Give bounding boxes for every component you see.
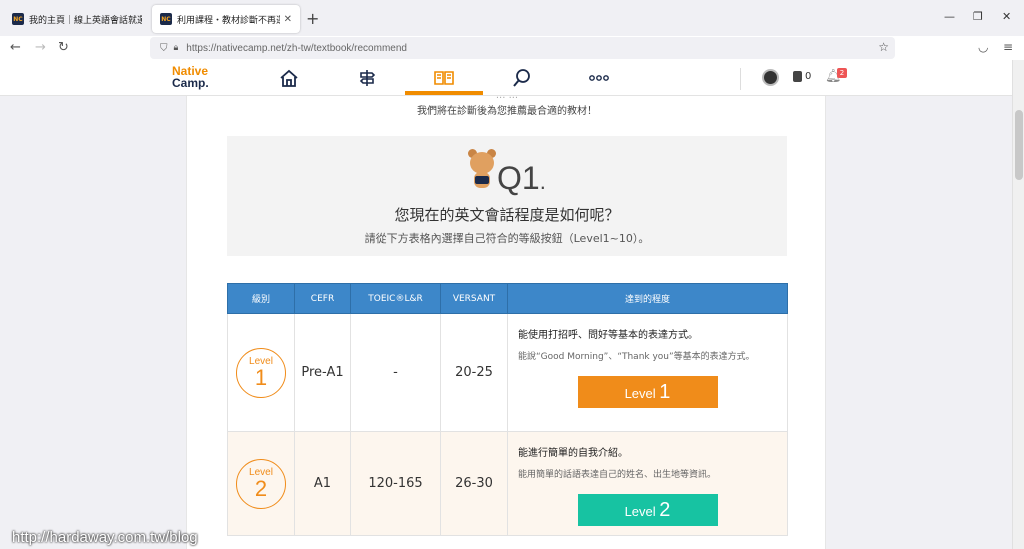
table-header-row: 級別 CEFR TOEIC®L&R VERSANT 達到的程度 xyxy=(227,283,788,314)
cut-off-text: ... ... xyxy=(187,96,825,101)
tab-title: 利用課程・教材診斷不再選擇困 xyxy=(177,15,280,26)
description-cell: 能進行簡單的自我介紹。 能用簡單的話語表達自己的姓名、出生地等資訊。 Level… xyxy=(507,431,788,536)
question-number: Q1. xyxy=(497,160,546,196)
signpost-icon[interactable] xyxy=(354,66,380,90)
search-icon[interactable] xyxy=(509,66,535,90)
versant-cell: 20-25 xyxy=(440,313,508,432)
header-cefr: CEFR xyxy=(294,283,351,314)
forward-icon[interactable]: → xyxy=(35,40,46,55)
book-icon[interactable] xyxy=(431,66,457,90)
active-nav-indicator xyxy=(405,91,483,95)
intro-subtitle: 我們將在診斷後為您推薦最合適的教材！ xyxy=(417,106,597,117)
browser-tab-recommend[interactable]: NC 利用課程・教材診斷不再選擇困 ✕ xyxy=(152,5,300,33)
description-heading: 能進行簡單的自我介紹。 xyxy=(518,448,628,459)
nativecamp-favicon: NC xyxy=(12,13,24,25)
menu-icon[interactable]: ≡ xyxy=(1003,40,1013,54)
level-circle: Level 2 xyxy=(236,458,286,509)
nativecamp-favicon: NC xyxy=(160,13,172,25)
site-header: Native Camp. 0 🔔︎ 2 xyxy=(0,60,1012,96)
browser-tab-bar: NC 我的主頁｜線上英語會話就選N NC 利用課程・教材診斷不再選擇困 ✕ + … xyxy=(0,0,1024,36)
watermark: http://hardaway.com.tw/blog xyxy=(12,529,198,546)
close-window-icon[interactable]: ✕ xyxy=(1002,10,1011,23)
pocket-icon[interactable]: ◡ xyxy=(978,40,988,54)
description-cell: 能使用打招呼、問好等基本的表達方式。 能說“Good Morning”、“Tha… xyxy=(507,313,788,432)
browser-tab-home[interactable]: NC 我的主頁｜線上英語會話就選N xyxy=(4,5,150,33)
coin-icon xyxy=(793,71,802,82)
back-icon[interactable]: ← xyxy=(10,40,21,55)
bear-mascot-icon xyxy=(467,148,497,192)
description-heading: 能使用打招呼、問好等基本的表達方式。 xyxy=(518,330,698,341)
scrollbar-thumb[interactable] xyxy=(1015,110,1023,180)
question-title: 您現在的英文會話程度是如何呢？ xyxy=(394,206,620,224)
header-versant: VERSANT xyxy=(440,283,508,314)
description-body: 能說“Good Morning”、“Thank you”等基本的表達方式。 xyxy=(518,352,755,362)
avatar[interactable] xyxy=(762,69,779,86)
page-scrollbar[interactable] xyxy=(1012,60,1024,549)
table-row: Level 2 A1 120-165 26-30 能進行簡單的自我介紹。 能用簡… xyxy=(227,431,788,536)
versant-cell: 26-30 xyxy=(440,431,508,536)
minimize-icon[interactable]: — xyxy=(944,10,955,23)
header-toeic: TOEIC®L&R xyxy=(350,283,441,314)
home-icon[interactable] xyxy=(276,66,302,90)
question-subtitle: 請從下方表格內選擇自己符合的等級按鈕（Level1~10）。 xyxy=(364,232,650,245)
close-tab-icon[interactable]: ✕ xyxy=(284,14,292,25)
recommend-page: ... ... 我們將在診斷後為您推薦最合適的教材！ Q1. 您現在的英文會話程… xyxy=(186,96,826,549)
header-divider xyxy=(740,68,741,90)
level-2-button[interactable]: Level 2 xyxy=(577,494,718,526)
nativecamp-logo[interactable]: Native Camp. xyxy=(172,65,209,89)
question-box: Q1. 您現在的英文會話程度是如何呢？ 請從下方表格內選擇自己符合的等級按鈕（L… xyxy=(227,136,787,256)
browser-nav-bar: ← → ↻ ⛉ 🔒︎ https://nativecamp.net/zh-tw/… xyxy=(0,36,1024,60)
shield-icon[interactable]: ⛉ xyxy=(160,43,168,54)
table-row: Level 1 Pre-A1 - 20-25 能使用打招呼、問好等基本的表達方式… xyxy=(227,313,788,432)
lock-icon[interactable]: 🔒︎ xyxy=(174,43,179,53)
cefr-cell: Pre-A1 xyxy=(294,313,351,432)
bookmark-star-icon[interactable]: ☆ xyxy=(878,40,889,54)
toeic-cell: 120-165 xyxy=(350,431,441,536)
coin-balance[interactable]: 0 xyxy=(793,71,811,82)
url-bar[interactable]: ⛉ 🔒︎ https://nativecamp.net/zh-tw/textbo… xyxy=(150,37,895,59)
coin-count: 0 xyxy=(805,71,812,82)
new-tab-icon[interactable]: + xyxy=(306,9,319,28)
reload-icon[interactable]: ↻ xyxy=(58,40,69,55)
notification-badge: 2 xyxy=(837,68,847,78)
level-table: 級別 CEFR TOEIC®L&R VERSANT 達到的程度 Level 1 … xyxy=(227,283,788,536)
restore-icon[interactable]: ❐ xyxy=(973,10,983,23)
description-body: 能用簡單的話語表達自己的姓名、出生地等資訊。 xyxy=(518,470,717,480)
header-description: 達到的程度 xyxy=(507,283,788,314)
more-icon[interactable] xyxy=(586,66,612,90)
url-text[interactable]: https://nativecamp.net/zh-tw/textbook/re… xyxy=(186,43,407,54)
tab-title: 我的主頁｜線上英語會話就選N xyxy=(29,15,142,26)
toeic-cell: - xyxy=(350,313,441,432)
level-circle: Level 1 xyxy=(236,347,286,398)
cefr-cell: A1 xyxy=(294,431,351,536)
header-level: 級別 xyxy=(227,283,295,314)
level-1-button[interactable]: Level 1 xyxy=(577,376,718,408)
